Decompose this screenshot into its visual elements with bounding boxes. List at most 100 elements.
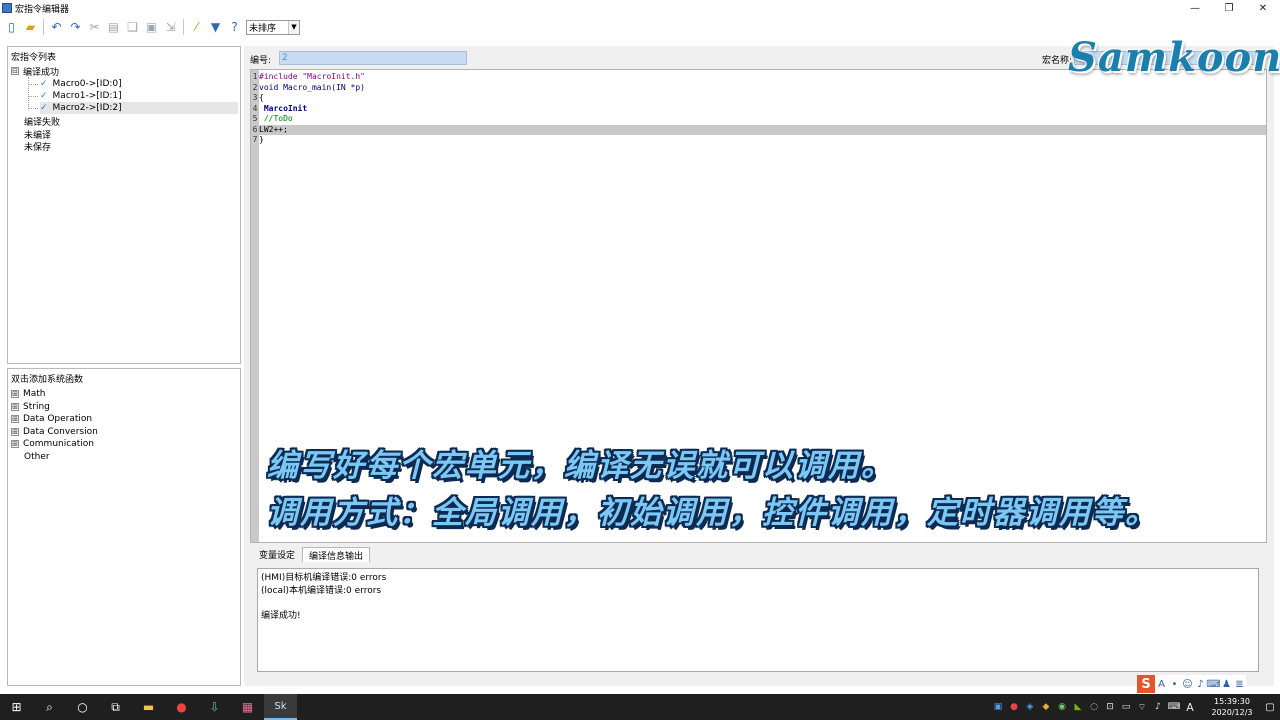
tray-battery-icon[interactable]: ▭ <box>1118 694 1134 720</box>
tab-variable-settings[interactable]: 变量设定 <box>252 547 302 562</box>
tree-connector <box>28 84 38 85</box>
tree-group-uncompiled[interactable]: 未编译 <box>24 128 51 141</box>
caption-line-2: 调用方式：全局调用，初始调用，控件调用，定时器调用等。 <box>267 495 1158 531</box>
output-line: (HMI)目标机编译错误:0 errors <box>261 573 387 583</box>
code-line[interactable]: 5 //ToDo <box>251 114 1266 125</box>
ime-voice-icon[interactable]: ♪ <box>1194 676 1207 692</box>
copy-icon[interactable]: ❏ <box>123 18 142 37</box>
title-bar: 宏指令编辑器 — ❐ ✕ <box>0 0 1280 16</box>
tray-wechat-icon[interactable]: ◉ <box>1054 694 1070 720</box>
compile-wand-icon[interactable]: ⁄ <box>187 18 206 37</box>
tray-keyboard-icon[interactable]: ⌨ <box>1166 694 1182 720</box>
expand-icon[interactable]: ⊞ <box>11 415 19 423</box>
tree-item-data-conversion[interactable]: ⊞ Data Conversion <box>11 426 98 438</box>
ime-emoji-icon[interactable]: ☺ <box>1181 676 1194 692</box>
collapse-icon[interactable]: ⊟ <box>11 67 19 75</box>
tab-compile-output[interactable]: 编译信息输出 <box>302 547 371 562</box>
toolbar-separator <box>43 19 44 35</box>
save-icon[interactable]: ▣ <box>142 18 161 37</box>
tray-wifi-icon[interactable]: ⌔ <box>1134 694 1150 720</box>
tree-item-math[interactable]: ⊞ Math <box>11 388 46 400</box>
code-line[interactable]: 4 MarcoInit <box>251 104 1266 115</box>
tree-item-label: Data Operation <box>23 414 93 424</box>
tree-group-unsaved[interactable]: 未保存 <box>24 140 52 153</box>
tree-item-label: Other <box>24 452 50 462</box>
tree-item-string[interactable]: ⊞ String <box>11 401 50 413</box>
output-line: 编译成功! <box>261 610 301 621</box>
tray-shield-icon[interactable]: ◈ <box>1022 694 1038 720</box>
tree-group-compiled[interactable]: ⊟ 编译成功 <box>11 65 59 78</box>
new-file-icon[interactable]: ▯ <box>2 18 21 37</box>
tree-item-macro0[interactable]: ✓ Macro0->[ID:0] <box>40 78 122 90</box>
app-icon[interactable]: ▦ <box>231 694 264 720</box>
ime-menu-icon[interactable]: ≣ <box>1233 676 1246 692</box>
tree-item-communication[interactable]: ⊞ Communication <box>11 438 94 450</box>
export-icon[interactable]: ⇲ <box>161 18 180 37</box>
tree-group-failed[interactable]: 编译失败 <box>24 115 60 128</box>
cut-icon[interactable]: ✂ <box>85 18 104 37</box>
id-field[interactable]: 2 <box>279 51 467 65</box>
ime-keyboard-icon[interactable]: ⌨ <box>1206 676 1220 692</box>
tree-item-other[interactable]: Other <box>24 451 50 463</box>
clock-time: 15:39:30 <box>1214 697 1250 706</box>
expand-icon[interactable]: ⊞ <box>11 440 19 448</box>
tree-item-label: String <box>23 402 50 412</box>
tray-record-icon[interactable]: ● <box>1006 694 1022 720</box>
tree-item-data-operation[interactable]: ⊞ Data Operation <box>11 413 92 425</box>
redo-icon[interactable]: ↷ <box>66 18 85 37</box>
sk-app-icon[interactable]: Sk <box>264 694 297 720</box>
sogou-ime-icon[interactable]: S <box>1137 675 1155 693</box>
expand-icon[interactable]: ⊞ <box>11 403 19 411</box>
chevron-down-icon: ▼ <box>288 20 299 34</box>
tree-item-label: Macro1->[ID:1] <box>52 91 122 101</box>
taskbar: ⊞ ⌕ ○ ⧉ ▬ ● ⇩ ▦ Sk ▣ ● ◈ ◆ ◉ ◣ ◌ ⊡ ▭ ⌔ ♪… <box>0 694 1280 720</box>
file-explorer-icon[interactable]: ▬ <box>132 694 165 720</box>
samkoon-logo: Samkoon <box>1068 34 1280 81</box>
filter-icon[interactable]: ▼ <box>206 18 225 37</box>
tray-nvidia-icon[interactable]: ◣ <box>1070 694 1086 720</box>
tray-security-icon[interactable]: ◆ <box>1038 694 1054 720</box>
tree-item-macro1[interactable]: ✓ Macro1->[ID:1] <box>40 90 122 102</box>
notification-icon[interactable]: ▢ <box>1260 694 1280 720</box>
ime-skin-icon[interactable]: ♟ <box>1220 676 1233 692</box>
help-icon[interactable]: ? <box>225 18 244 37</box>
system-tray: ▣ ● ◈ ◆ ◉ ◣ ◌ ⊡ ▭ ⌔ ♪ ⌨ A 15:39:30 2020/… <box>990 694 1280 720</box>
expand-icon[interactable]: ⊞ <box>11 428 19 436</box>
code-line[interactable]: 7} <box>251 135 1266 146</box>
code-line-current[interactable]: 6 LW2++; <box>251 124 1266 135</box>
macro-list-heading: 宏指令列表 <box>11 53 57 63</box>
tray-language-icon[interactable]: A <box>1182 694 1198 720</box>
download-icon[interactable]: ⇩ <box>198 694 231 720</box>
tray-network-icon[interactable]: ◌ <box>1086 694 1102 720</box>
cortana-icon[interactable]: ○ <box>66 694 99 720</box>
chrome-icon[interactable]: ● <box>165 694 198 720</box>
code-line[interactable]: 2 void Macro_main(IN *p) <box>251 83 1266 94</box>
task-view-icon[interactable]: ⧉ <box>99 694 132 720</box>
tree-group-label: 未保存 <box>24 142 52 153</box>
tray-clock[interactable]: 15:39:30 2020/12/3 <box>1204 696 1260 718</box>
code-line[interactable]: 3{ <box>251 93 1266 104</box>
ime-lang-icon[interactable]: A <box>1155 676 1168 692</box>
undo-icon[interactable]: ↶ <box>47 18 66 37</box>
tree-item-label: Data Conversion <box>23 427 98 437</box>
caption-line-1: 编写好每个宏单元，编译无误就可以调用。 <box>267 448 894 484</box>
check-icon: ✓ <box>40 91 48 101</box>
restore-button[interactable]: ❐ <box>1212 0 1246 16</box>
close-button[interactable]: ✕ <box>1246 0 1280 16</box>
tray-app-icon[interactable]: ▣ <box>990 694 1006 720</box>
search-icon[interactable]: ⌕ <box>33 694 66 720</box>
tree-item-label: Math <box>23 389 46 399</box>
paste-icon[interactable]: ▤ <box>104 18 123 37</box>
tree-item-label: Communication <box>23 439 94 449</box>
open-folder-icon[interactable]: ▰ <box>21 18 40 37</box>
tray-usb-icon[interactable]: ⊡ <box>1102 694 1118 720</box>
sort-select[interactable]: 未排序 ▼ <box>246 19 300 35</box>
minimize-button[interactable]: — <box>1178 0 1212 16</box>
bottom-tabs: 变量设定 编译信息输出 <box>252 547 371 562</box>
tree-item-macro2[interactable]: ✓ Macro2->[ID:2] <box>40 102 238 114</box>
expand-icon[interactable]: ⊞ <box>11 390 19 398</box>
ime-punct-icon[interactable]: • <box>1168 676 1181 692</box>
windows-start-icon[interactable]: ⊞ <box>0 694 33 720</box>
tray-volume-icon[interactable]: ♪ <box>1150 694 1166 720</box>
